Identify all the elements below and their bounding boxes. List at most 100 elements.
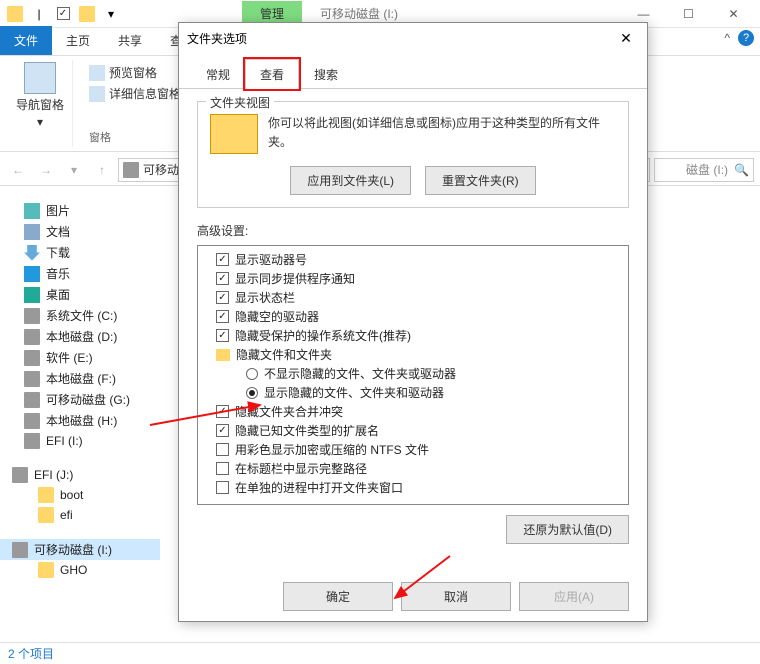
- setting-label: 不显示隐藏的文件、文件夹或驱动器: [264, 365, 456, 382]
- restore-defaults-button[interactable]: 还原为默认值(D): [506, 515, 629, 544]
- tab-view[interactable]: 查看: [245, 59, 299, 89]
- setting-radio[interactable]: 不显示隐藏的文件、文件夹或驱动器: [202, 364, 624, 383]
- maximize-button[interactable]: ☐: [666, 0, 711, 28]
- tree-item[interactable]: 系统文件 (C:): [0, 305, 160, 326]
- tree-item[interactable]: 图片: [0, 200, 160, 221]
- dropdown-icon: ▾: [37, 115, 43, 129]
- setting-label: 用彩色显示加密或压缩的 NTFS 文件: [235, 441, 429, 458]
- qat-divider: |: [28, 3, 50, 25]
- collapse-ribbon-icon[interactable]: ^: [724, 31, 730, 45]
- tree-item[interactable]: EFI (J:): [0, 465, 160, 485]
- folder-icon: [38, 507, 54, 523]
- setting-checkbox[interactable]: 隐藏文件夹合并冲突: [202, 402, 624, 421]
- tree-label: EFI (J:): [34, 468, 73, 482]
- setting-checkbox[interactable]: 在标题栏中显示完整路径: [202, 459, 624, 478]
- setting-checkbox[interactable]: 隐藏已知文件类型的扩展名: [202, 421, 624, 440]
- settings-group-header: 隐藏文件和文件夹: [202, 345, 624, 364]
- tree-item[interactable]: boot: [0, 485, 160, 505]
- tree-item[interactable]: GHO: [0, 560, 160, 580]
- folder-icon: [38, 562, 54, 578]
- setting-label: 在单独的进程中打开文件夹窗口: [235, 479, 403, 496]
- tree-item[interactable]: 文档: [0, 221, 160, 242]
- drive-icon: [24, 413, 40, 429]
- setting-checkbox[interactable]: 显示驱动器号: [202, 250, 624, 269]
- setting-label: 隐藏空的驱动器: [235, 308, 319, 325]
- preview-pane-label: 预览窗格: [109, 64, 157, 81]
- cancel-button[interactable]: 取消: [401, 582, 511, 611]
- checkbox-icon: [216, 424, 229, 437]
- tree-item[interactable]: 本地磁盘 (H:): [0, 410, 160, 431]
- desk-icon: [24, 287, 40, 303]
- preview-pane-button[interactable]: 预览窗格: [89, 62, 157, 83]
- search-placeholder: 磁盘 (I:): [686, 161, 728, 178]
- tree-label: EFI (I:): [46, 434, 83, 448]
- checkbox-icon: [216, 253, 229, 266]
- tree-item[interactable]: 桌面: [0, 284, 160, 305]
- tree-label: 桌面: [46, 286, 70, 303]
- nav-pane-button[interactable]: 导航窗格 ▾: [16, 62, 64, 129]
- tab-search[interactable]: 搜索: [299, 59, 353, 89]
- setting-label: 隐藏受保护的操作系统文件(推荐): [235, 327, 411, 344]
- setting-radio[interactable]: 显示隐藏的文件、文件夹和驱动器: [202, 383, 624, 402]
- setting-checkbox[interactable]: 在单独的进程中打开文件夹窗口: [202, 478, 624, 497]
- search-box[interactable]: 磁盘 (I:) 🔍: [654, 158, 754, 182]
- nav-tree[interactable]: 图片文档下载音乐桌面系统文件 (C:) 本地磁盘 (D:) 软件 (E:) 本地磁盘 …: [0, 196, 160, 640]
- ok-button[interactable]: 确定: [283, 582, 393, 611]
- tree-item[interactable]: 软件 (E:): [0, 347, 160, 368]
- setting-checkbox[interactable]: 显示同步提供程序通知: [202, 269, 624, 288]
- tree-item[interactable]: 本地磁盘 (F:): [0, 368, 160, 389]
- recent-dropdown-icon[interactable]: ▾: [62, 158, 86, 182]
- preview-pane-icon: [89, 65, 105, 81]
- drive-icon: [24, 329, 40, 345]
- tree-item[interactable]: 下载: [0, 242, 160, 263]
- radio-icon: [246, 368, 258, 380]
- up-button[interactable]: ↑: [90, 158, 114, 182]
- checkbox-icon: [216, 272, 229, 285]
- details-pane-icon: [89, 86, 105, 102]
- dialog-close-button[interactable]: ✕: [613, 30, 639, 47]
- item-count: 2 个项目: [8, 645, 54, 662]
- reset-folders-button[interactable]: 重置文件夹(R): [425, 166, 536, 195]
- setting-label: 显示同步提供程序通知: [235, 270, 355, 287]
- forward-button[interactable]: →: [34, 158, 58, 182]
- music-icon: [24, 266, 40, 282]
- tree-item[interactable]: EFI (I:): [0, 431, 160, 451]
- setting-checkbox[interactable]: 隐藏受保护的操作系统文件(推荐): [202, 326, 624, 345]
- tree-item[interactable]: 音乐: [0, 263, 160, 284]
- checkbox-qat-icon[interactable]: [52, 3, 74, 25]
- setting-checkbox[interactable]: 隐藏空的驱动器: [202, 307, 624, 326]
- search-icon: 🔍: [734, 163, 749, 177]
- folder-icon: [4, 3, 26, 25]
- setting-checkbox[interactable]: 显示状态栏: [202, 288, 624, 307]
- tree-label: 可移动磁盘 (I:): [34, 541, 112, 558]
- setting-checkbox[interactable]: 用彩色显示加密或压缩的 NTFS 文件: [202, 440, 624, 459]
- advanced-settings-list[interactable]: 显示驱动器号显示同步提供程序通知显示状态栏隐藏空的驱动器隐藏受保护的操作系统文件…: [197, 245, 629, 505]
- close-button[interactable]: ✕: [711, 0, 756, 28]
- folder-small-icon: [76, 3, 98, 25]
- tree-label: 系统文件 (C:): [46, 307, 117, 324]
- ribbon-tab-share[interactable]: 共享: [104, 26, 156, 55]
- ribbon-tab-home[interactable]: 主页: [52, 26, 104, 55]
- tree-item[interactable]: 本地磁盘 (D:): [0, 326, 160, 347]
- tree-item[interactable]: efi: [0, 505, 160, 525]
- details-pane-button[interactable]: 详细信息窗格: [89, 83, 181, 104]
- apply-button[interactable]: 应用(A): [519, 582, 629, 611]
- drive-icon: [24, 308, 40, 324]
- checkbox-icon: [216, 291, 229, 304]
- tree-item-selected[interactable]: 可移动磁盘 (I:): [0, 539, 160, 560]
- help-controls: ^ ?: [724, 30, 754, 46]
- back-button[interactable]: ←: [6, 158, 30, 182]
- group-legend: 文件夹视图: [206, 94, 274, 111]
- ribbon-group-label: 窗格: [89, 129, 111, 145]
- nav-pane-icon: [24, 62, 56, 94]
- advanced-settings-label: 高级设置:: [197, 222, 629, 239]
- apply-to-folders-button[interactable]: 应用到文件夹(L): [290, 166, 411, 195]
- folder-options-dialog: 文件夹选项 ✕ 常规 查看 搜索 文件夹视图 你可以将此视图(如详细信息或图标)…: [178, 22, 648, 622]
- tree-item[interactable]: 可移动磁盘 (G:): [0, 389, 160, 410]
- setting-label: 隐藏文件夹合并冲突: [235, 403, 343, 420]
- help-icon[interactable]: ?: [738, 30, 754, 46]
- file-tab[interactable]: 文件: [0, 26, 52, 55]
- tab-general[interactable]: 常规: [191, 59, 245, 89]
- tree-label: 软件 (E:): [46, 349, 93, 366]
- qat-dropdown-icon[interactable]: ▾: [100, 3, 122, 25]
